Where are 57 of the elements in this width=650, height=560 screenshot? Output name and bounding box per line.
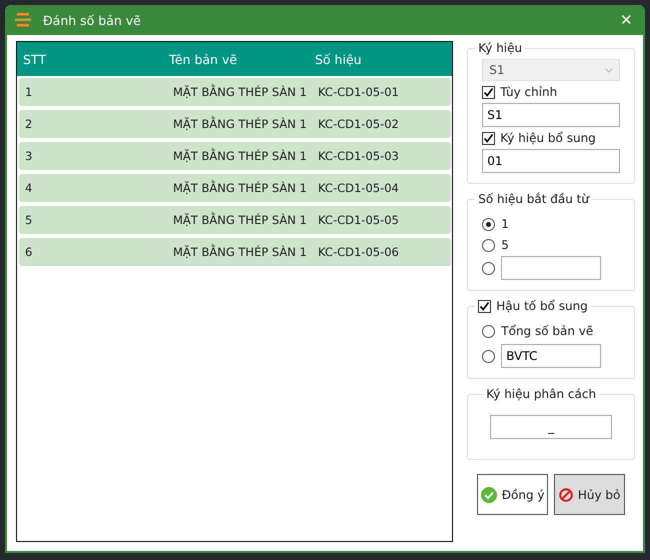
input-field[interactable]: 01 bbox=[482, 149, 620, 173]
group-legend: Ký hiệu bbox=[475, 41, 526, 55]
checkbox[interactable] bbox=[482, 132, 496, 144]
checkbox-label: Tùy chỉnh bbox=[500, 85, 558, 99]
table-cell-text: 5 bbox=[25, 212, 34, 229]
column-header: Tên bản vẽ bbox=[169, 52, 238, 66]
table-row[interactable]: 1 MẶT BẰNG THÉP SÀN 1 KC-CD1-05-01 bbox=[19, 78, 452, 106]
table-cell-text: MẶT BẰNG THÉP SÀN 1 bbox=[173, 179, 308, 197]
input-field[interactable]: S1 bbox=[482, 103, 620, 127]
checkbox[interactable] bbox=[482, 86, 496, 98]
table-cell-text: MẶT BẰNG THÉP SÀN 1 bbox=[173, 243, 308, 261]
input-field[interactable] bbox=[501, 256, 602, 280]
table-row[interactable]: 2 MẶT BẰNG THÉP SÀN 1 KC-CD1-05-02 bbox=[19, 110, 452, 138]
table-cell-text: KC-CD1-05-04 bbox=[318, 180, 400, 197]
table-cell-text: KC-CD1-05-01 bbox=[318, 84, 400, 101]
table-cell-text: MẶT BẰNG THÉP SÀN 1 bbox=[173, 115, 308, 133]
column-header: Số hiệu bbox=[315, 52, 363, 66]
table-row[interactable]: 3 MẶT BẰNG THÉP SÀN 1 KC-CD1-05-03 bbox=[19, 142, 452, 170]
radio-button[interactable] bbox=[482, 262, 496, 274]
menu-icon bbox=[15, 13, 31, 27]
chevron-icon bbox=[605, 68, 613, 72]
cancel-button[interactable]: Hủy bỏ bbox=[554, 474, 626, 515]
option-label: 5 bbox=[501, 238, 509, 252]
radio-button[interactable] bbox=[482, 324, 496, 338]
table-cell-text: KC-CD1-05-06 bbox=[318, 244, 400, 261]
checkbox-label: Hậu tố bổ sung bbox=[496, 299, 588, 313]
table-cell-text: 4 bbox=[25, 180, 34, 197]
table-cell-text: MẶT BẰNG THÉP SÀN 1 bbox=[173, 211, 308, 229]
check-icon bbox=[480, 486, 497, 502]
column-header: STT bbox=[23, 52, 47, 66]
radio-button[interactable] bbox=[482, 350, 496, 362]
table-cell-text: MẶT BẰNG THÉP SÀN 1 bbox=[173, 83, 308, 101]
group-legend: Ký hiệu phân cách bbox=[483, 387, 600, 401]
table-cell-text: 1 bbox=[25, 84, 34, 101]
prohibited-icon bbox=[558, 488, 573, 502]
table-cell-text: KC-CD1-05-02 bbox=[318, 116, 400, 133]
table-cell-text: KC-CD1-05-05 bbox=[318, 212, 400, 229]
table-row[interactable]: 5 MẶT BẰNG THÉP SÀN 1 KC-CD1-05-05 bbox=[19, 206, 452, 234]
window-title: Đánh số bản vẽ bbox=[43, 12, 142, 28]
table-cell-text: KC-CD1-05-03 bbox=[318, 148, 400, 165]
option-label: 1 bbox=[501, 217, 509, 231]
table-row[interactable]: 6 MẶT BẰNG THÉP SÀN 1 KC-CD1-05-06 bbox=[19, 238, 452, 266]
table-cell-text: 2 bbox=[25, 116, 34, 133]
table-cell-text: 3 bbox=[25, 148, 34, 165]
ok-button[interactable]: Đồng ý bbox=[477, 474, 548, 515]
checkbox-label: Ký hiệu bổ sung bbox=[500, 131, 596, 145]
radio-button[interactable] bbox=[482, 238, 496, 252]
option-label: Tổng số bản vẽ bbox=[501, 324, 594, 338]
radio-button[interactable] bbox=[482, 218, 496, 230]
table-row[interactable]: 4 MẶT BẰNG THÉP SÀN 1 KC-CD1-05-04 bbox=[19, 174, 452, 202]
table-cell-text: MẶT BẰNG THÉP SÀN 1 bbox=[173, 147, 308, 165]
input-field[interactable]: BVTC bbox=[501, 344, 602, 368]
table-cell-text: 6 bbox=[25, 244, 34, 261]
checkbox[interactable] bbox=[478, 300, 492, 312]
input-field[interactable]: _ bbox=[490, 415, 612, 439]
group-legend: Số hiệu bắt đầu từ bbox=[475, 192, 592, 206]
close-button[interactable]: ✕ bbox=[616, 11, 637, 29]
